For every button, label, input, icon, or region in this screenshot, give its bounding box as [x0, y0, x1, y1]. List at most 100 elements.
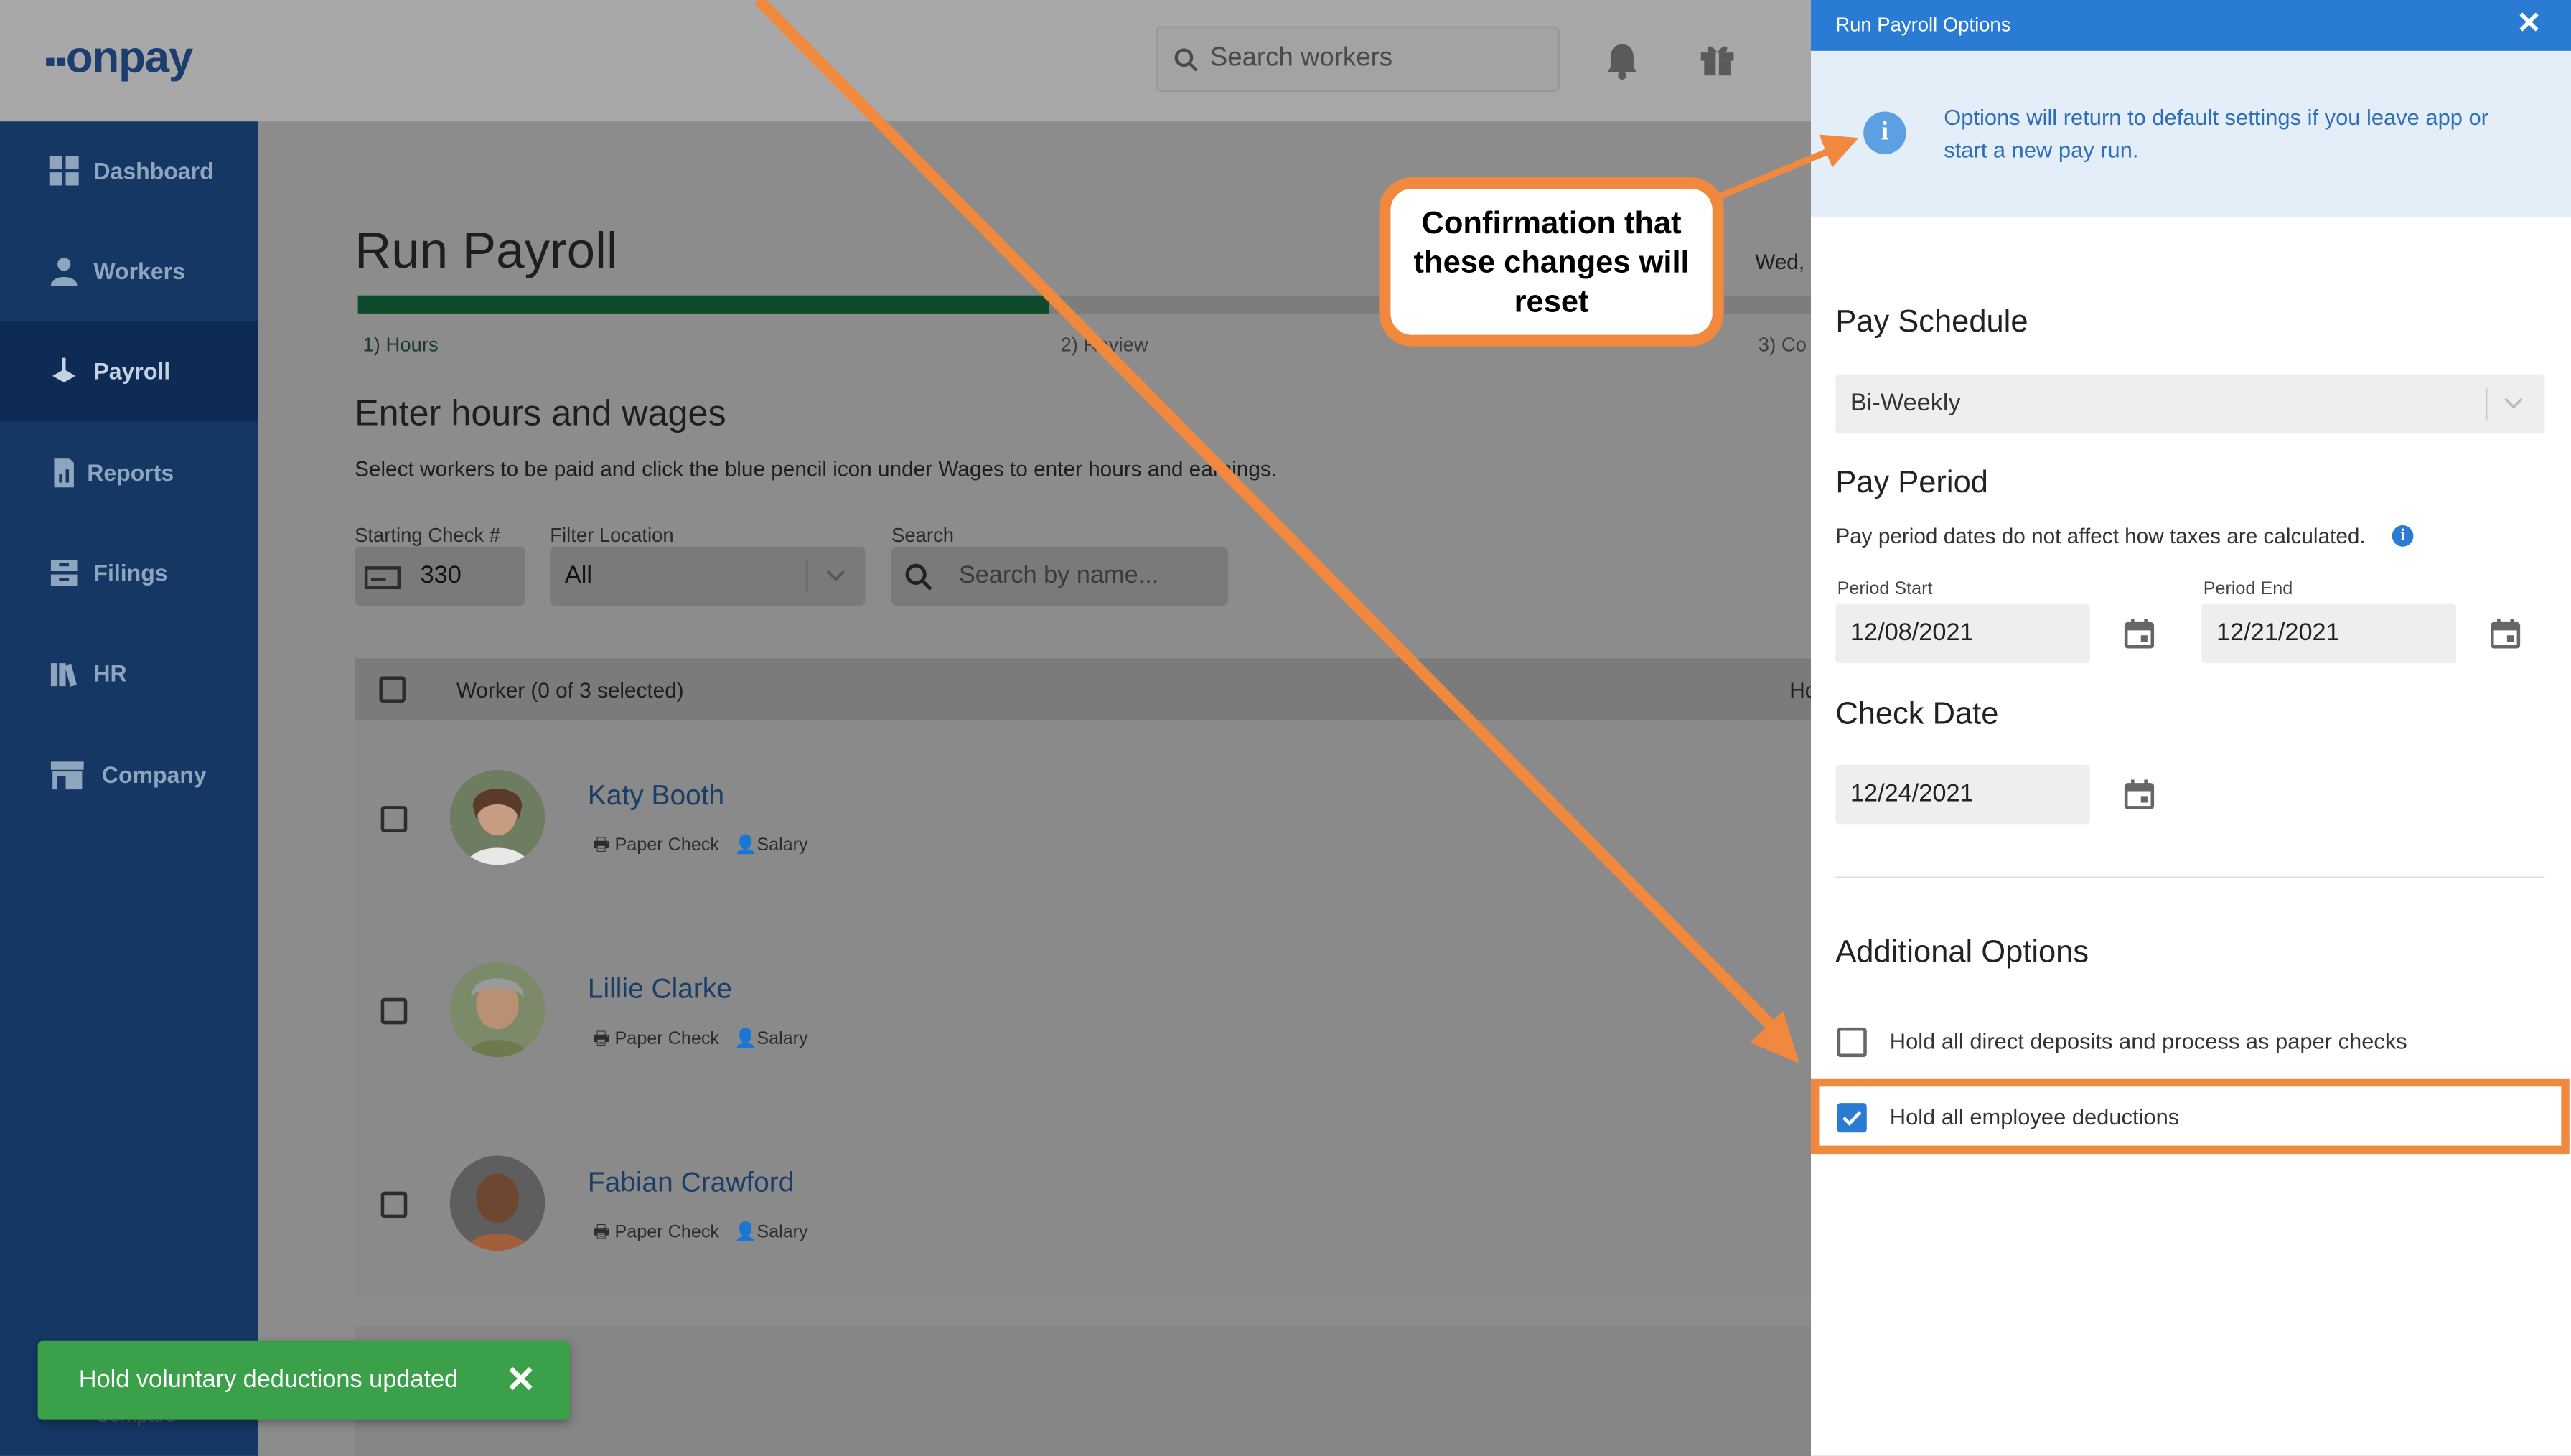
select-all-checkbox[interactable] — [379, 676, 406, 703]
toast-message: Hold voluntary deductions updated — [78, 1366, 459, 1394]
chevron-down-icon — [2504, 398, 2523, 409]
pay-schedule-select[interactable]: Bi-Weekly — [1835, 374, 2545, 433]
close-icon[interactable]: ✕ — [506, 1359, 536, 1401]
sidebar-item-reports[interactable]: Reports — [0, 423, 258, 524]
row-checkbox[interactable] — [380, 806, 408, 832]
sidebar: Dashboard Workers Payroll Reports Filing… — [0, 121, 258, 1456]
section-title: Enter hours and wages — [355, 392, 726, 433]
filter-location-label: Filter Location — [550, 523, 674, 547]
sidebar-item-label: Dashboard — [93, 157, 214, 184]
info-banner: i Options will return to default setting… — [1811, 50, 2571, 217]
select-divider — [2486, 387, 2488, 421]
info-icon: i — [1863, 111, 1906, 155]
worker-meta: 🖶 Paper Check 👤Salary — [593, 1218, 808, 1249]
step-hours[interactable]: 1) Hours — [363, 333, 439, 356]
sidebar-item-payroll[interactable]: Payroll — [0, 321, 258, 422]
worker-meta: 🖶 Paper Check 👤Salary — [593, 1024, 808, 1055]
additional-options-heading: Additional Options — [1835, 935, 2089, 970]
search-by-name-input[interactable]: Search by name... — [891, 546, 1228, 606]
search-placeholder: Search workers — [1209, 44, 1393, 72]
search-icon — [905, 563, 932, 591]
pay-period-note: Pay period dates do not affect how taxes… — [1835, 523, 2366, 548]
sidebar-item-hr[interactable]: HR — [0, 624, 258, 724]
reports-icon — [54, 458, 74, 488]
callout-text: Confirmation that these changes will res… — [1413, 207, 1690, 321]
calendar-icon[interactable] — [2123, 778, 2156, 811]
worker-table-header: Worker (0 of 3 selected) Ho — [355, 658, 1817, 721]
step-review[interactable]: 2) Review — [1061, 333, 1148, 356]
starting-check-label: Starting Check # — [355, 523, 501, 547]
row-checkbox[interactable] — [380, 1191, 408, 1218]
chevron-down-icon — [826, 570, 845, 581]
workers-icon — [50, 258, 78, 286]
period-start-input[interactable]: 12/08/2021 — [1835, 603, 2090, 664]
sidebar-item-label: Workers — [93, 258, 185, 284]
info-icon[interactable]: i — [2392, 525, 2414, 547]
hold-direct-deposits-label[interactable]: Hold all direct deposits and process as … — [1890, 1029, 2407, 1053]
person-icon: 👤 — [734, 835, 757, 855]
calendar-icon[interactable] — [2123, 617, 2156, 650]
person-icon: 👤 — [734, 1029, 757, 1049]
period-end-input[interactable]: 12/21/2021 — [2201, 603, 2456, 664]
worker-column-header: Worker (0 of 3 selected) — [456, 677, 684, 703]
search-placeholder: Search by name... — [958, 561, 1159, 590]
close-icon[interactable]: ✕ — [2516, 6, 2542, 41]
panel-header: Run Payroll Options ✕ — [1811, 0, 2571, 51]
select-divider — [806, 560, 808, 593]
pay-date-partial: Wed, I — [1755, 249, 1817, 274]
filter-location-value: All — [564, 561, 593, 590]
storefront-icon — [50, 761, 84, 790]
annotation-callout: Confirmation that these changes will res… — [1379, 177, 1724, 347]
check-date-input[interactable]: 12/24/2021 — [1835, 764, 2090, 825]
search-workers-input[interactable]: Search workers — [1156, 26, 1560, 93]
worker-meta: 🖶 Paper Check 👤Salary — [593, 830, 808, 861]
hold-direct-deposits-checkbox[interactable] — [1837, 1027, 1867, 1058]
sidebar-item-label: Company — [101, 761, 207, 788]
search-label: Search — [891, 523, 955, 547]
calendar-icon[interactable] — [2489, 617, 2522, 650]
toast-notification: Hold voluntary deductions updated ✕ — [37, 1340, 570, 1420]
sidebar-item-dashboard[interactable]: Dashboard — [0, 121, 258, 222]
pay-period-heading: Pay Period — [1835, 466, 1988, 501]
hr-books-icon — [50, 663, 77, 687]
sidebar-item-label: Reports — [87, 459, 174, 487]
sidebar-item-workers[interactable]: Workers — [0, 222, 258, 322]
sidebar-item-label: Filings — [93, 560, 168, 586]
pay-method: Paper Check — [614, 1223, 719, 1243]
payroll-icon — [52, 357, 76, 382]
person-icon: 👤 — [734, 1223, 757, 1243]
sidebar-item-filings[interactable]: Filings — [0, 524, 258, 624]
period-end-value: 12/21/2021 — [2216, 619, 2340, 647]
divider — [1835, 876, 2545, 878]
dashboard-icon — [49, 156, 79, 186]
avatar — [449, 962, 545, 1058]
worker-name-link[interactable]: Lillie Clarke — [588, 973, 732, 1006]
progress-fill — [357, 295, 1049, 314]
sidebar-item-company[interactable]: Company — [0, 725, 258, 826]
info-text: Options will return to default settings … — [1944, 105, 2488, 163]
search-icon — [1174, 48, 1199, 72]
onpay-logo[interactable]: ▪▪onpay — [44, 33, 193, 84]
logo-mark-icon: ▪▪ — [44, 44, 67, 81]
worker-name-link[interactable]: Katy Booth — [588, 780, 724, 813]
gift-icon[interactable] — [1697, 41, 1737, 77]
check-date-value: 12/24/2021 — [1850, 779, 1974, 808]
printer-icon: 🖶 — [592, 835, 615, 855]
step-confirm[interactable]: 3) Co — [1759, 333, 1807, 356]
pay-type: Salary — [757, 1223, 808, 1243]
check-date-heading: Check Date — [1835, 698, 1999, 733]
printer-icon: 🖶 — [592, 1223, 615, 1243]
row-checkbox[interactable] — [380, 997, 408, 1025]
period-end-label: Period End — [2203, 579, 2293, 599]
pay-schedule-heading: Pay Schedule — [1835, 305, 2028, 340]
printer-icon: 🖶 — [592, 1029, 615, 1049]
bell-icon[interactable] — [1604, 41, 1640, 80]
starting-check-input[interactable]: 330 — [355, 546, 525, 606]
instructions-text: Select workers to be paid and click the … — [355, 456, 1278, 482]
worker-name-link[interactable]: Fabian Crawford — [588, 1167, 794, 1200]
pay-method: Paper Check — [614, 1029, 719, 1049]
pay-type: Salary — [757, 835, 808, 855]
pay-type: Salary — [757, 1029, 808, 1049]
filings-icon — [50, 560, 78, 586]
filter-location-select[interactable]: All — [550, 546, 866, 606]
